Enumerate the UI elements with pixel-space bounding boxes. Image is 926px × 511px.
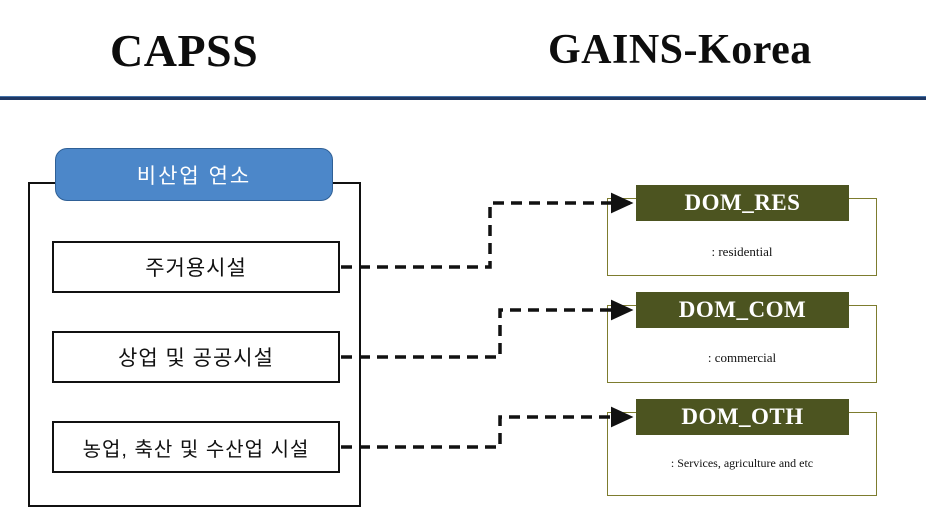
capss-item-residential: 주거용시설	[52, 241, 340, 293]
page-title-capss: CAPSS	[110, 25, 259, 76]
gains-header-dom-res: DOM_RES	[636, 185, 849, 221]
header-divider	[0, 96, 926, 100]
gains-header-dom-oth: DOM_OTH	[636, 399, 849, 435]
arrow-residential	[341, 192, 634, 269]
gains-desc-dom-oth: : Services, agriculture and etc	[670, 456, 814, 470]
gains-header-dom-com: DOM_COM	[636, 292, 849, 328]
capss-group-label: 비산업 연소	[55, 148, 333, 201]
diagram-canvas: CAPSS GAINS-Korea 비산업 연소 주거용시설 상업 및 공공시설…	[0, 0, 926, 511]
capss-item-commercial: 상업 및 공공시설	[52, 331, 340, 383]
arrow-agriculture	[341, 406, 634, 449]
arrow-commercial	[341, 299, 634, 359]
page-title-gains: GAINS-Korea	[548, 27, 812, 73]
gains-desc-dom-res: : residential	[711, 244, 773, 259]
gains-desc-dom-com: : commercial	[707, 350, 777, 365]
capss-item-agriculture: 농업, 축산 및 수산업 시설	[52, 421, 340, 473]
